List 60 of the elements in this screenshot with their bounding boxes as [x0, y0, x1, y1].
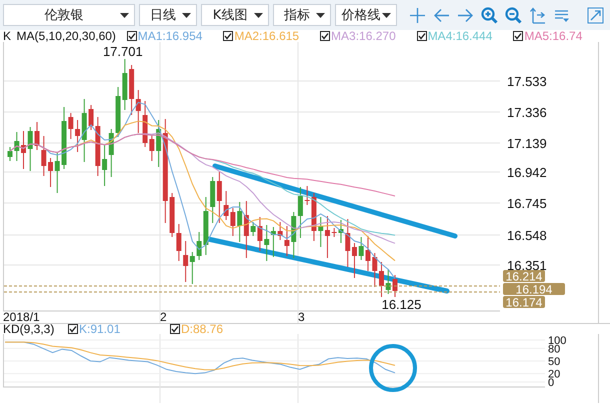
kd-axis-label: 50: [548, 356, 560, 368]
dropdown[interactable]: 伦敦银: [3, 4, 135, 26]
checkbox[interactable]: [68, 324, 78, 334]
ma-value: MA2:16.615: [234, 29, 300, 43]
price-axis-label: 16.548: [507, 228, 547, 243]
dropdown[interactable]: 指标: [273, 4, 331, 26]
low-price-label: 16.125: [382, 297, 422, 312]
date-axis-label: 2018/1: [3, 310, 40, 323]
checkbox[interactable]: [320, 31, 330, 41]
caret-icon: [382, 12, 391, 18]
ma-label: MA(5,10,20,30,60): [16, 29, 117, 43]
dropdown[interactable]: 日线: [139, 4, 197, 26]
fit-axis-icon[interactable]: [529, 6, 546, 24]
price-axis-label: 16.942: [507, 165, 547, 180]
kd-value: D:88.76: [181, 322, 224, 336]
caret-icon: [182, 12, 191, 18]
candlestick: [386, 268, 391, 294]
caret-icon: [120, 12, 129, 18]
left-arrow-icon[interactable]: [433, 6, 450, 24]
dropdown[interactable]: 价格线: [335, 4, 397, 26]
checkbox[interactable]: [416, 31, 427, 41]
candlestick: [28, 126, 33, 172]
checkbox[interactable]: [513, 31, 524, 41]
price-axis-label: 17.533: [507, 74, 547, 89]
checkbox[interactable]: [170, 324, 180, 334]
kd-axis-label: 80: [548, 343, 560, 356]
candlestick: [8, 146, 12, 162]
dropdown[interactable]: K线图: [201, 4, 269, 26]
high-price-label: 17.701: [102, 44, 143, 59]
price-tag: 16.214: [503, 270, 545, 284]
price-axis-label: 17.336: [507, 105, 547, 120]
price-tag: 16.194: [503, 282, 565, 296]
candlestick: [379, 262, 384, 298]
highlight-circle: [369, 344, 417, 392]
caret-icon: [254, 12, 263, 18]
indicator-label: K: [3, 29, 12, 43]
checkbox[interactable]: [223, 31, 234, 41]
price-tag: 16.174: [503, 296, 545, 310]
date-axis-label: 3: [298, 310, 305, 323]
ma-value: MA4:16.444: [428, 29, 492, 43]
zoom-in-icon[interactable]: [481, 6, 498, 24]
kd-label: KD(9,3,3): [3, 322, 56, 336]
candlestick: [372, 252, 378, 288]
candlestick: [392, 274, 398, 298]
ma-value: MA1:16.954: [138, 29, 202, 43]
candlestick: [14, 132, 20, 162]
kd-axis-label: 0: [548, 377, 554, 389]
caret-icon: [316, 12, 325, 18]
ma-value: MA3:16.270: [331, 29, 396, 43]
kd-value: K:91.01: [79, 322, 120, 336]
ma-value: MA5:16.74: [524, 29, 582, 43]
right-arrow-icon[interactable]: [457, 6, 474, 24]
checkbox[interactable]: [126, 31, 137, 41]
candlestick: [21, 130, 26, 170]
expand-icon[interactable]: [587, 6, 604, 24]
price-axis-label: 16.745: [507, 196, 547, 211]
crosshair-icon[interactable]: [409, 6, 426, 24]
price-axis-label: 17.139: [507, 136, 547, 151]
zoom-out-icon[interactable]: [505, 6, 522, 24]
date-axis-label: 2: [160, 310, 167, 323]
